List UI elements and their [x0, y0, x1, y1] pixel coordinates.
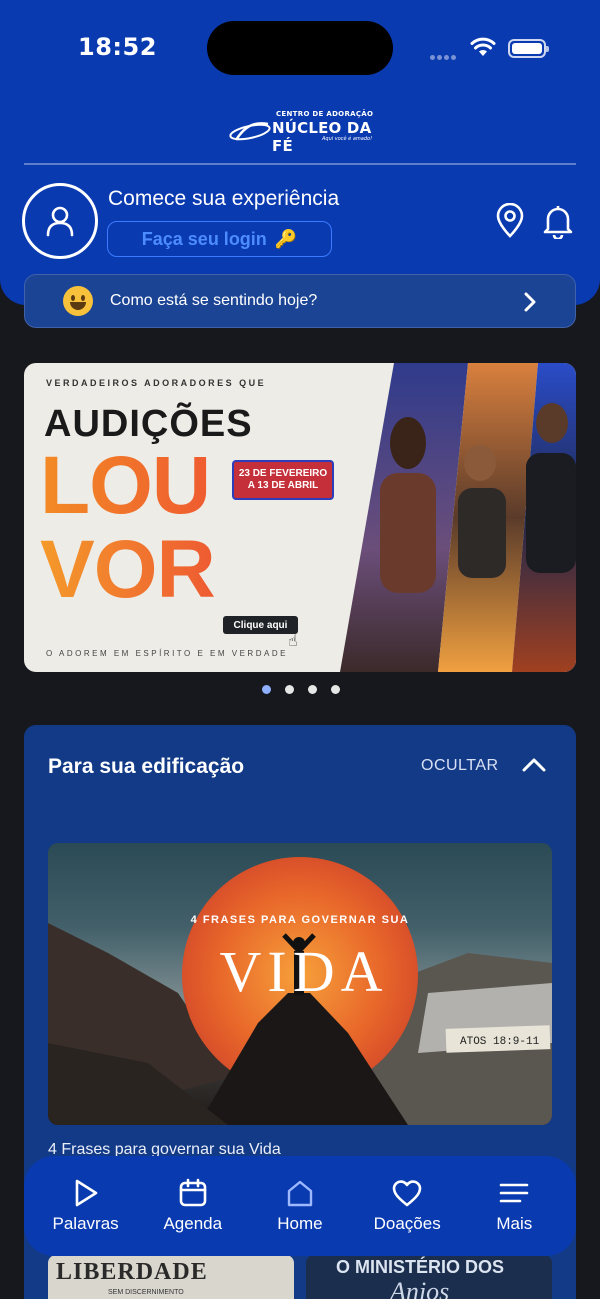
post-image[interactable]: 4 FRASES PARA GOVERNAR SUA VIDA ATOS 18:… — [48, 843, 552, 1125]
home-icon — [287, 1180, 313, 1207]
welcome-text: Comece sua experiência — [108, 187, 340, 210]
banner-date-line-1: 23 DE FEVEREIRO — [238, 467, 328, 479]
tab-doacoes[interactable]: Doações — [357, 1178, 457, 1234]
banner-bottom-text: O ADOREM EM ESPÍRITO E EM VERDADE — [46, 649, 288, 658]
post-verse: ATOS 18:9-11 — [460, 1036, 540, 1048]
tab-palavras[interactable]: Palavras — [36, 1178, 136, 1234]
user-icon — [46, 206, 74, 237]
banner-top-text: VERDADEIROS ADORADORES QUE — [46, 378, 267, 388]
tab-label: Palavras — [52, 1214, 119, 1233]
hide-section-button[interactable]: OCULTAR — [421, 757, 499, 775]
post-thumbnail-2[interactable]: O MINISTÉRIO DOS Anjos — [306, 1255, 552, 1299]
wifi-icon — [470, 37, 496, 56]
tab-label: Home — [277, 1214, 323, 1233]
banner-cta-button[interactable]: Clique aqui — [223, 616, 298, 634]
login-label: Faça seu login — [141, 228, 267, 249]
login-button[interactable]: Faça seu login 🔑 — [107, 221, 332, 257]
logo-tagline: Aqui você é amado! — [322, 136, 373, 142]
tab-label: Agenda — [163, 1214, 223, 1233]
section-title: Para sua edificação — [48, 755, 245, 778]
menu-icon — [500, 1183, 529, 1203]
header-divider — [24, 163, 576, 165]
mood-question: Como está se sentindo hoje? — [110, 292, 318, 309]
tab-label: Doações — [373, 1214, 441, 1233]
carousel-dot-2[interactable] — [285, 685, 294, 694]
carousel-dot-4[interactable] — [331, 685, 340, 694]
carousel-pagination[interactable] — [262, 685, 340, 694]
logo-mark-icon — [229, 122, 271, 141]
avatar[interactable] — [22, 183, 98, 259]
logo-top-line: CENTRO DE ADORAÇÃO — [276, 110, 374, 118]
status-bar: 18:52 — [0, 0, 600, 95]
hand-cursor-icon: ☝ — [288, 631, 298, 650]
banner-big-word-1: LOU — [40, 440, 211, 531]
banner-date-badge: 23 DE FEVEREIRO A 13 DE ABRIL — [232, 460, 334, 500]
dynamic-island — [207, 21, 393, 75]
banner-date-line-2: A 13 DE ABRIL — [247, 480, 319, 491]
thumb-1-title: LIBERDADE — [56, 1259, 208, 1285]
banner-photo-collage — [340, 363, 576, 672]
bottom-tab-bar: Palavras Agenda Home Doações Mais — [24, 1156, 576, 1256]
carousel-dot-1[interactable] — [262, 685, 271, 694]
carousel-dot-3[interactable] — [308, 685, 317, 694]
tab-label: Mais — [496, 1214, 533, 1233]
post-artwork: 4 FRASES PARA GOVERNAR SUA VIDA ATOS 18:… — [48, 857, 552, 1125]
thumb-2-subtitle: Anjos — [390, 1277, 450, 1299]
banner-big-word-2: VOR — [40, 524, 216, 615]
calendar-icon — [179, 1178, 207, 1207]
thumb-1-subtitle: SEM DISCERNIMENTO — [108, 1289, 184, 1296]
tab-home[interactable]: Home — [250, 1178, 350, 1234]
tab-mais[interactable]: Mais — [464, 1178, 564, 1234]
heart-icon — [392, 1180, 422, 1207]
thumb-2-title: O MINISTÉRIO DOS — [336, 1257, 505, 1277]
play-icon — [75, 1179, 97, 1207]
post-arc-text: 4 FRASES PARA GOVERNAR SUA — [191, 914, 410, 926]
chevron-up-icon[interactable] — [522, 757, 546, 773]
battery-icon — [508, 39, 549, 58]
mood-check-bar[interactable]: Como está se sentindo hoje? — [24, 274, 576, 328]
cellular-signal-icon — [430, 45, 458, 64]
church-logo: CENTRO DE ADORAÇÃO NÚCLEO DA FÉ Aqui voc… — [228, 110, 378, 155]
chevron-right-icon — [524, 292, 536, 312]
location-pin-icon[interactable] — [494, 203, 526, 239]
post-big-word: VIDA — [220, 939, 389, 1004]
promo-banner[interactable]: VERDADEIROS ADORADORES QUE AUDIÇÕES LOU … — [24, 363, 576, 672]
bell-icon[interactable] — [541, 203, 575, 239]
tab-agenda[interactable]: Agenda — [143, 1178, 243, 1234]
post-thumbnail-1[interactable]: LIBERDADE SEM DISCERNIMENTO — [48, 1255, 294, 1299]
smiling-emoji-icon — [63, 286, 93, 316]
key-icon: 🔑 — [274, 228, 298, 249]
status-time: 18:52 — [78, 33, 157, 61]
